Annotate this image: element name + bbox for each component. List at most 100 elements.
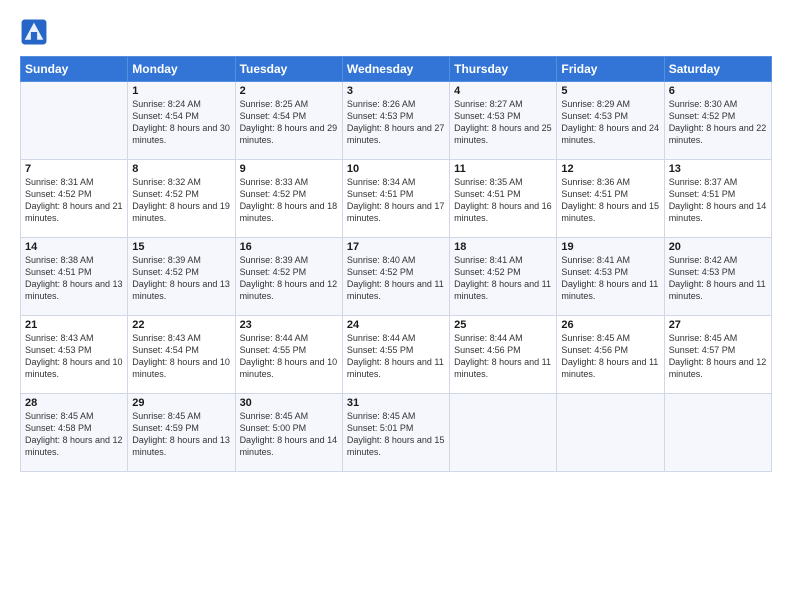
weekday-row: SundayMondayTuesdayWednesdayThursdayFrid… [21,57,772,82]
weekday-header-friday: Friday [557,57,664,82]
day-number: 3 [347,85,445,97]
weekday-header-saturday: Saturday [664,57,771,82]
week-row-4: 21Sunrise: 8:43 AMSunset: 4:53 PMDayligh… [21,316,772,394]
day-cell: 22Sunrise: 8:43 AMSunset: 4:54 PMDayligh… [128,316,235,394]
cell-info: Sunrise: 8:30 AMSunset: 4:52 PMDaylight:… [669,98,767,147]
day-number: 30 [240,397,338,409]
day-cell: 26Sunrise: 8:45 AMSunset: 4:56 PMDayligh… [557,316,664,394]
cell-info: Sunrise: 8:45 AMSunset: 4:58 PMDaylight:… [25,410,123,459]
day-cell: 13Sunrise: 8:37 AMSunset: 4:51 PMDayligh… [664,160,771,238]
cell-info: Sunrise: 8:39 AMSunset: 4:52 PMDaylight:… [132,254,230,303]
day-cell: 28Sunrise: 8:45 AMSunset: 4:58 PMDayligh… [21,394,128,472]
header [20,18,772,46]
day-cell: 9Sunrise: 8:33 AMSunset: 4:52 PMDaylight… [235,160,342,238]
cell-info: Sunrise: 8:45 AMSunset: 4:59 PMDaylight:… [132,410,230,459]
logo [20,18,52,46]
day-number: 2 [240,85,338,97]
day-cell: 18Sunrise: 8:41 AMSunset: 4:52 PMDayligh… [450,238,557,316]
day-cell: 29Sunrise: 8:45 AMSunset: 4:59 PMDayligh… [128,394,235,472]
day-number: 8 [132,163,230,175]
day-number: 13 [669,163,767,175]
cell-info: Sunrise: 8:32 AMSunset: 4:52 PMDaylight:… [132,176,230,225]
day-number: 21 [25,319,123,331]
cell-info: Sunrise: 8:39 AMSunset: 4:52 PMDaylight:… [240,254,338,303]
cell-info: Sunrise: 8:45 AMSunset: 5:01 PMDaylight:… [347,410,445,459]
day-cell: 6Sunrise: 8:30 AMSunset: 4:52 PMDaylight… [664,82,771,160]
cell-info: Sunrise: 8:31 AMSunset: 4:52 PMDaylight:… [25,176,123,225]
day-number: 26 [561,319,659,331]
day-cell [557,394,664,472]
cell-info: Sunrise: 8:29 AMSunset: 4:53 PMDaylight:… [561,98,659,147]
weekday-header-monday: Monday [128,57,235,82]
day-cell: 31Sunrise: 8:45 AMSunset: 5:01 PMDayligh… [342,394,449,472]
cell-info: Sunrise: 8:27 AMSunset: 4:53 PMDaylight:… [454,98,552,147]
day-cell: 20Sunrise: 8:42 AMSunset: 4:53 PMDayligh… [664,238,771,316]
cell-info: Sunrise: 8:26 AMSunset: 4:53 PMDaylight:… [347,98,445,147]
week-row-3: 14Sunrise: 8:38 AMSunset: 4:51 PMDayligh… [21,238,772,316]
day-number: 29 [132,397,230,409]
day-number: 24 [347,319,445,331]
cell-info: Sunrise: 8:42 AMSunset: 4:53 PMDaylight:… [669,254,767,303]
day-cell [21,82,128,160]
day-cell [664,394,771,472]
logo-icon [20,18,48,46]
day-cell: 2Sunrise: 8:25 AMSunset: 4:54 PMDaylight… [235,82,342,160]
day-number: 18 [454,241,552,253]
week-row-5: 28Sunrise: 8:45 AMSunset: 4:58 PMDayligh… [21,394,772,472]
cell-info: Sunrise: 8:33 AMSunset: 4:52 PMDaylight:… [240,176,338,225]
cell-info: Sunrise: 8:35 AMSunset: 4:51 PMDaylight:… [454,176,552,225]
cell-info: Sunrise: 8:36 AMSunset: 4:51 PMDaylight:… [561,176,659,225]
day-number: 7 [25,163,123,175]
day-number: 4 [454,85,552,97]
weekday-header-thursday: Thursday [450,57,557,82]
day-cell: 15Sunrise: 8:39 AMSunset: 4:52 PMDayligh… [128,238,235,316]
cell-info: Sunrise: 8:44 AMSunset: 4:55 PMDaylight:… [347,332,445,381]
cell-info: Sunrise: 8:37 AMSunset: 4:51 PMDaylight:… [669,176,767,225]
day-cell: 7Sunrise: 8:31 AMSunset: 4:52 PMDaylight… [21,160,128,238]
day-cell: 21Sunrise: 8:43 AMSunset: 4:53 PMDayligh… [21,316,128,394]
day-cell: 23Sunrise: 8:44 AMSunset: 4:55 PMDayligh… [235,316,342,394]
day-number: 5 [561,85,659,97]
day-cell: 12Sunrise: 8:36 AMSunset: 4:51 PMDayligh… [557,160,664,238]
day-number: 31 [347,397,445,409]
day-number: 15 [132,241,230,253]
day-number: 10 [347,163,445,175]
cell-info: Sunrise: 8:38 AMSunset: 4:51 PMDaylight:… [25,254,123,303]
week-row-1: 1Sunrise: 8:24 AMSunset: 4:54 PMDaylight… [21,82,772,160]
day-number: 12 [561,163,659,175]
cell-info: Sunrise: 8:45 AMSunset: 4:57 PMDaylight:… [669,332,767,381]
day-cell [450,394,557,472]
day-number: 20 [669,241,767,253]
day-cell: 27Sunrise: 8:45 AMSunset: 4:57 PMDayligh… [664,316,771,394]
day-cell: 3Sunrise: 8:26 AMSunset: 4:53 PMDaylight… [342,82,449,160]
day-number: 14 [25,241,123,253]
cell-info: Sunrise: 8:34 AMSunset: 4:51 PMDaylight:… [347,176,445,225]
day-number: 9 [240,163,338,175]
day-number: 11 [454,163,552,175]
day-cell: 25Sunrise: 8:44 AMSunset: 4:56 PMDayligh… [450,316,557,394]
weekday-header-sunday: Sunday [21,57,128,82]
day-cell: 5Sunrise: 8:29 AMSunset: 4:53 PMDaylight… [557,82,664,160]
calendar-page: SundayMondayTuesdayWednesdayThursdayFrid… [0,0,792,612]
day-number: 23 [240,319,338,331]
weekday-header-wednesday: Wednesday [342,57,449,82]
calendar-header: SundayMondayTuesdayWednesdayThursdayFrid… [21,57,772,82]
cell-info: Sunrise: 8:40 AMSunset: 4:52 PMDaylight:… [347,254,445,303]
day-number: 28 [25,397,123,409]
cell-info: Sunrise: 8:45 AMSunset: 4:56 PMDaylight:… [561,332,659,381]
day-number: 19 [561,241,659,253]
cell-info: Sunrise: 8:25 AMSunset: 4:54 PMDaylight:… [240,98,338,147]
cell-info: Sunrise: 8:24 AMSunset: 4:54 PMDaylight:… [132,98,230,147]
day-number: 25 [454,319,552,331]
day-cell: 30Sunrise: 8:45 AMSunset: 5:00 PMDayligh… [235,394,342,472]
day-cell: 8Sunrise: 8:32 AMSunset: 4:52 PMDaylight… [128,160,235,238]
week-row-2: 7Sunrise: 8:31 AMSunset: 4:52 PMDaylight… [21,160,772,238]
cell-info: Sunrise: 8:43 AMSunset: 4:54 PMDaylight:… [132,332,230,381]
cell-info: Sunrise: 8:44 AMSunset: 4:55 PMDaylight:… [240,332,338,381]
cell-info: Sunrise: 8:41 AMSunset: 4:53 PMDaylight:… [561,254,659,303]
day-cell: 17Sunrise: 8:40 AMSunset: 4:52 PMDayligh… [342,238,449,316]
cell-info: Sunrise: 8:45 AMSunset: 5:00 PMDaylight:… [240,410,338,459]
day-number: 16 [240,241,338,253]
day-cell: 24Sunrise: 8:44 AMSunset: 4:55 PMDayligh… [342,316,449,394]
cell-info: Sunrise: 8:41 AMSunset: 4:52 PMDaylight:… [454,254,552,303]
